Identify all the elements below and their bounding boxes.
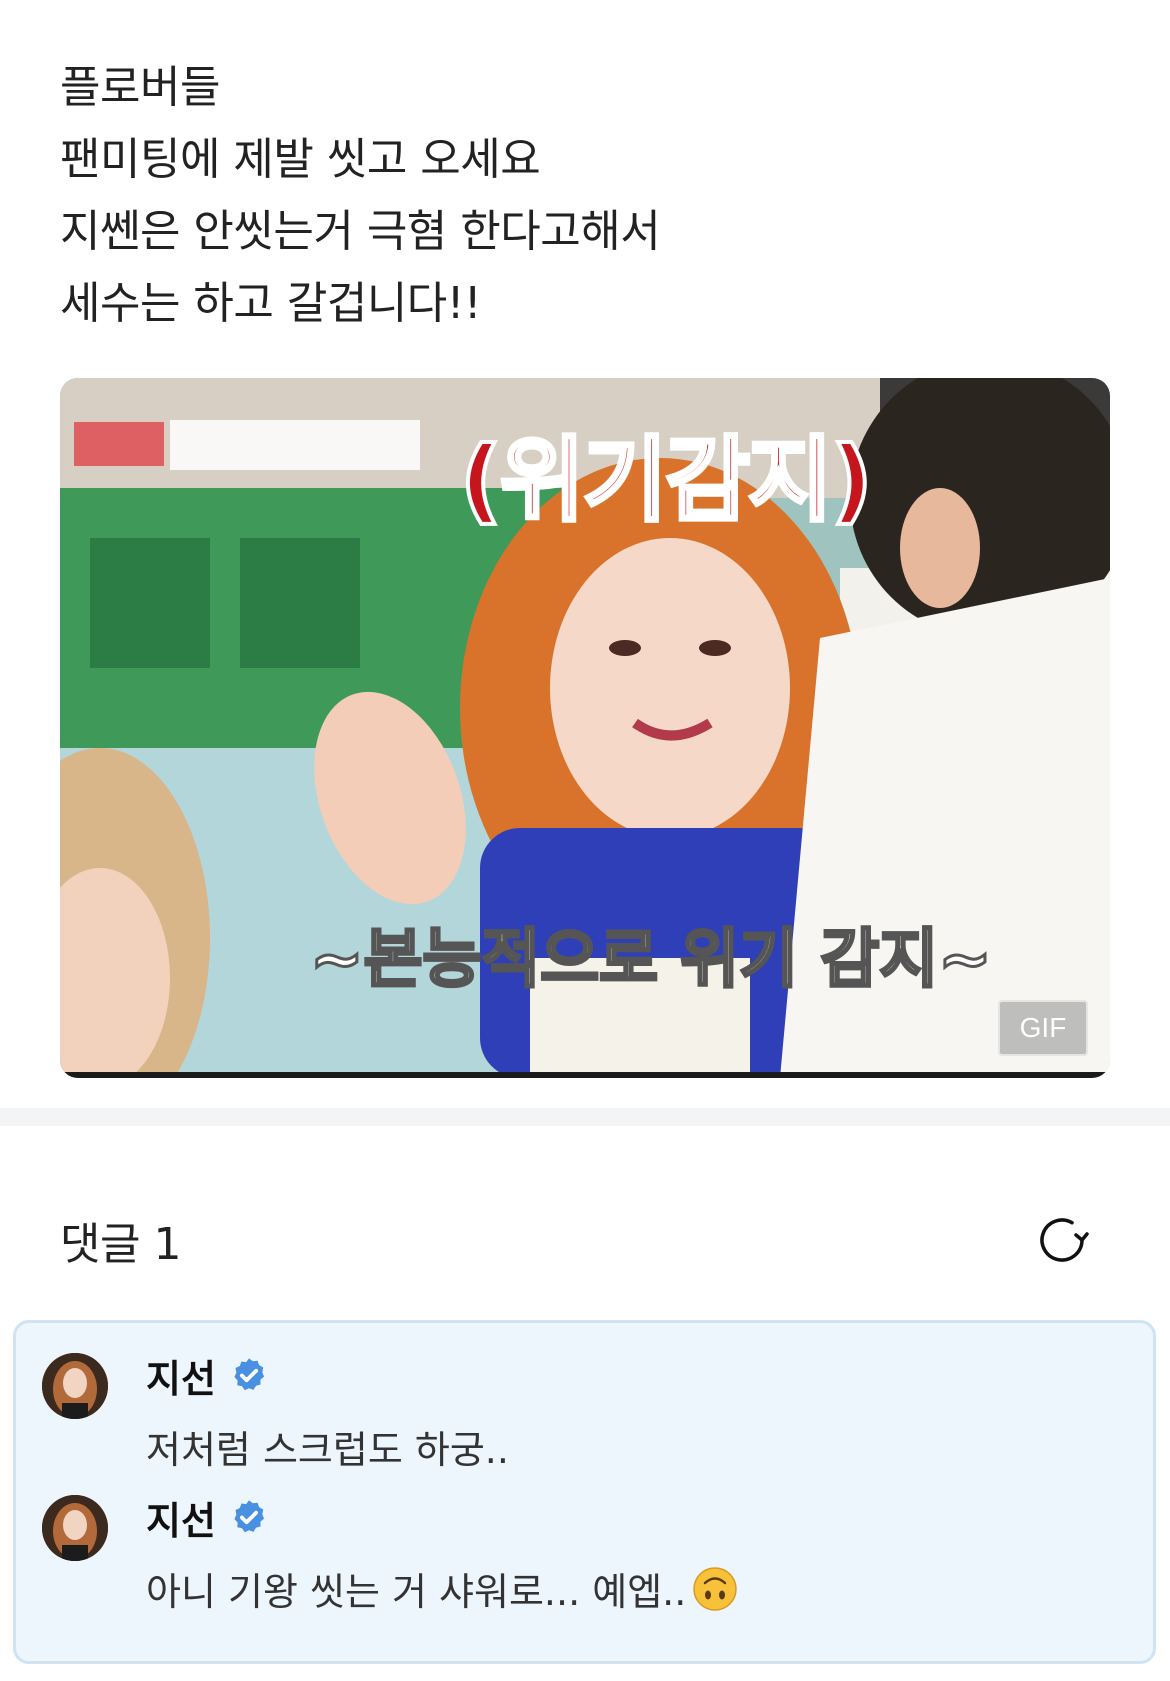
avatar-image xyxy=(42,1353,108,1419)
comment-thread: 지선 저처럼 스크럽도 하궁.. 지선 아니 기왕 씻는 거 샤워로... 예엡… xyxy=(13,1320,1156,1664)
gif-caption-bottom: ~본능적으로 위기 감지~ xyxy=(309,922,994,999)
avatar[interactable] xyxy=(42,1495,108,1561)
post-body: 플로버들 팬미팅에 제발 씻고 오세요 지쎈은 안씻는거 극혐 한다고해서 세수… xyxy=(60,52,1110,340)
comment-author-row: 지선 xyxy=(146,1347,268,1403)
section-divider xyxy=(0,1108,1170,1126)
post-gif[interactable]: (위기감지) ~본능적으로 위기 감지~ GIF xyxy=(60,378,1110,1078)
post-line: 지쎈은 안씻는거 극혐 한다고해서 xyxy=(60,206,661,257)
avatar[interactable] xyxy=(42,1353,108,1419)
post-line: 플로버들 xyxy=(60,62,220,113)
upside-down-face-icon xyxy=(692,1566,738,1612)
verified-badge-icon xyxy=(230,1356,268,1394)
comment-author[interactable]: 지선 xyxy=(146,1490,216,1545)
refresh-icon xyxy=(1040,1218,1089,1262)
gif-caption-top: (위기감지) xyxy=(458,425,875,536)
post-line: 세수는 하고 갈겁니다!! xyxy=(60,278,482,329)
comment-author[interactable]: 지선 xyxy=(146,1348,216,1403)
gif-badge: GIF xyxy=(998,1000,1088,1056)
comment-text: 아니 기왕 씻는 거 샤워로... 예엡.. xyxy=(146,1561,738,1616)
comment-text-body: 저처럼 스크럽도 하궁.. xyxy=(146,1428,509,1472)
post-line: 팬미팅에 제발 씻고 오세요 xyxy=(60,134,541,185)
comment-text: 저처럼 스크럽도 하궁.. xyxy=(146,1419,509,1474)
comment-author-row: 지선 xyxy=(146,1489,268,1545)
verified-badge-icon xyxy=(230,1498,268,1536)
avatar-image xyxy=(42,1495,108,1561)
comments-header: 댓글 1 xyxy=(60,1210,1110,1270)
comment-text-body: 아니 기왕 씻는 거 샤워로... 예엡.. xyxy=(146,1570,687,1614)
comments-title: 댓글 1 xyxy=(60,1219,181,1270)
refresh-button[interactable] xyxy=(1030,1208,1094,1272)
